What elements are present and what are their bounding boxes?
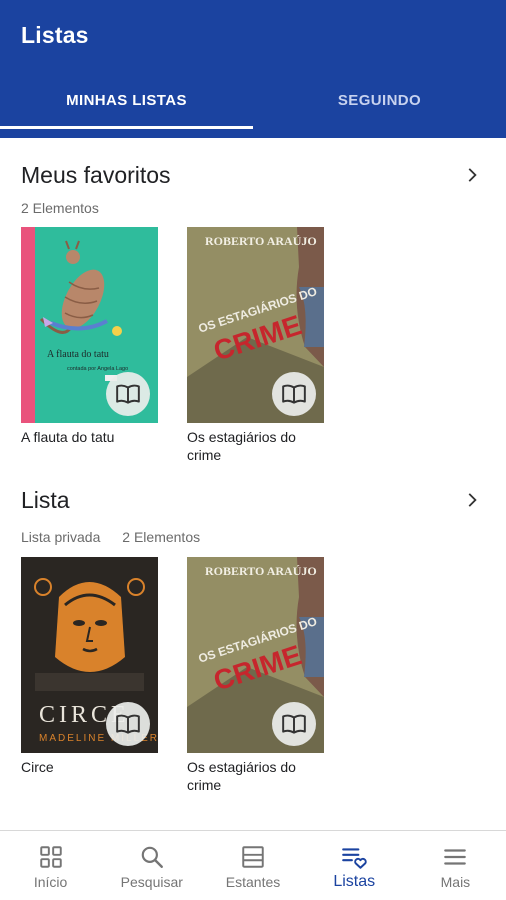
list-item-count: 2 Elementos [21,200,99,216]
active-tab-indicator [0,126,253,129]
book-item[interactable]: A flauta do tatu contada por Angela Lago… [21,227,158,446]
cover-subtitle: contada por Angela Lago [67,366,128,372]
list-heart-icon [342,848,367,869]
menu-icon [444,849,467,865]
open-book-icon [282,384,306,404]
read-book-button[interactable] [106,372,150,416]
open-book-icon [116,384,140,404]
book-item[interactable]: ROBERTO ARAÚJO OS ESTAGIÁRIOS DO CRIME O… [187,227,324,464]
chevron-right-icon[interactable] [462,489,484,511]
nav-pesquisar[interactable]: Pesquisar [101,831,202,900]
nav-listas[interactable]: Listas [304,831,405,900]
book-item[interactable]: CIRCE MADELINE MILLER Circe [21,557,158,776]
nav-inicio[interactable]: Início [0,831,101,900]
nav-mais[interactable]: Mais [405,831,506,900]
book-title: A flauta do tatu [21,429,115,445]
book-title: Os estagiários do crime [187,759,296,793]
list-title[interactable]: Lista [21,487,70,514]
read-book-button[interactable] [272,702,316,746]
open-book-icon [282,714,306,734]
list-meta: Lista privada 2 Elementos [21,529,200,545]
cover-title: A flauta do tatu [47,349,109,360]
book-cover[interactable]: A flauta do tatu contada por Angela Lago [21,227,158,423]
list-meta: 2 Elementos [21,200,99,216]
book-title: Circe [21,759,54,775]
list-item-count: 2 Elementos [122,529,201,545]
search-icon [141,846,163,868]
app-bar: Listas MINHAS LISTAS SEGUINDO [0,0,506,138]
nav-label: Mais [440,874,471,890]
book-title: Os estagiários do crime [187,429,296,463]
tab-seguindo[interactable]: SEGUINDO [253,72,506,138]
chevron-right-icon[interactable] [462,164,484,186]
bottom-navigation: Início Pesquisar Estantes Listas Mais [0,830,506,900]
read-book-button[interactable] [272,372,316,416]
nav-label: Pesquisar [120,874,183,890]
book-cover[interactable]: CIRCE MADELINE MILLER [21,557,158,753]
cover-author: ROBERTO ARAÚJO [205,234,317,248]
list-title[interactable]: Meus favoritos [21,162,171,189]
shelf-icon [242,846,264,868]
nav-label: Início [33,874,68,890]
book-cover[interactable]: ROBERTO ARAÚJO OS ESTAGIÁRIOS DO CRIME [187,557,324,753]
nav-estantes[interactable]: Estantes [202,831,303,900]
book-item[interactable]: ROBERTO ARAÚJO OS ESTAGIÁRIOS DO CRIME O… [187,557,324,794]
page-title: Listas [21,22,89,48]
grid-icon [39,846,62,868]
cover-author: ROBERTO ARAÚJO [205,564,317,578]
open-book-icon [116,714,140,734]
list-privacy: Lista privada [21,529,101,545]
nav-label: Listas [333,873,376,890]
read-book-button[interactable] [106,702,150,746]
book-cover[interactable]: ROBERTO ARAÚJO OS ESTAGIÁRIOS DO CRIME [187,227,324,423]
nav-label: Estantes [225,874,281,890]
